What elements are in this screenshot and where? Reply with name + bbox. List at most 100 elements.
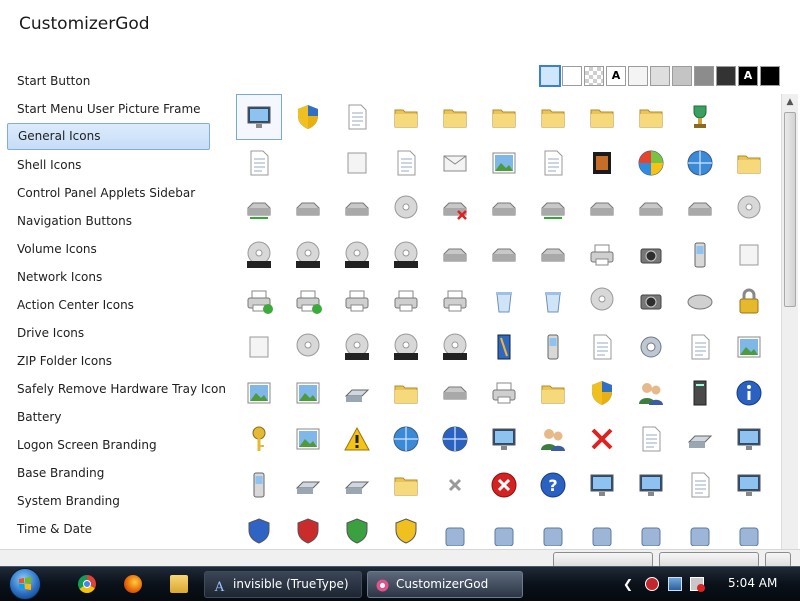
icon-cell[interactable] xyxy=(677,416,723,462)
icon-cell[interactable] xyxy=(628,140,674,186)
icon-cell[interactable] xyxy=(726,370,772,416)
icon-cell[interactable] xyxy=(334,324,380,370)
icon-cell[interactable] xyxy=(432,462,478,508)
icon-cell[interactable] xyxy=(481,186,527,232)
icon-cell[interactable] xyxy=(383,278,429,324)
icon-cell[interactable] xyxy=(285,416,331,462)
icon-cell[interactable] xyxy=(432,370,478,416)
icon-cell[interactable] xyxy=(383,232,429,278)
icon-cell[interactable] xyxy=(334,186,380,232)
icon-cell[interactable] xyxy=(236,462,282,508)
icon-cell[interactable] xyxy=(628,94,674,140)
background-swatch[interactable] xyxy=(562,66,582,86)
icon-cell[interactable] xyxy=(236,186,282,232)
background-swatch[interactable]: A xyxy=(606,66,626,86)
icon-cell[interactable] xyxy=(579,278,625,324)
icon-cell[interactable] xyxy=(628,232,674,278)
icon-cell[interactable] xyxy=(628,186,674,232)
background-swatch[interactable] xyxy=(760,66,780,86)
background-swatch[interactable] xyxy=(628,66,648,86)
icon-cell[interactable] xyxy=(236,278,282,324)
sidebar-item[interactable]: Shell Icons xyxy=(7,151,210,179)
icon-cell[interactable] xyxy=(726,508,772,549)
icon-cell[interactable] xyxy=(481,462,527,508)
sidebar-item[interactable]: Logon Screen Branding xyxy=(7,431,210,459)
icon-cell[interactable] xyxy=(726,278,772,324)
icon-cell[interactable] xyxy=(236,324,282,370)
icon-cell[interactable] xyxy=(432,140,478,186)
sidebar-item[interactable]: Control Panel Applets Sidebar xyxy=(7,179,210,207)
icon-cell[interactable] xyxy=(432,416,478,462)
scroll-up-arrow-icon[interactable]: ▲ xyxy=(782,94,798,110)
icon-cell[interactable] xyxy=(628,278,674,324)
icon-cell[interactable] xyxy=(530,508,576,549)
taskbar-button[interactable]: CustomizerGod xyxy=(367,571,523,598)
icon-cell[interactable] xyxy=(285,94,331,140)
icon-cell[interactable] xyxy=(285,462,331,508)
icon-cell[interactable] xyxy=(677,186,723,232)
icon-cell[interactable] xyxy=(579,370,625,416)
background-swatch[interactable] xyxy=(539,65,561,87)
icon-cell[interactable] xyxy=(579,94,625,140)
icon-cell[interactable] xyxy=(236,416,282,462)
icon-cell[interactable] xyxy=(579,232,625,278)
icon-cell[interactable] xyxy=(677,462,723,508)
security-alert-icon[interactable] xyxy=(645,577,659,591)
taskbar-button[interactable]: Ainvisible (TrueType) xyxy=(204,571,362,598)
icon-cell[interactable] xyxy=(677,140,723,186)
icon-cell[interactable] xyxy=(285,140,331,186)
background-swatch[interactable] xyxy=(716,66,736,86)
sidebar-item[interactable]: General Icons xyxy=(7,123,210,150)
taskbar-clock[interactable]: 5:04 AM xyxy=(728,576,777,590)
icon-cell[interactable]: ? xyxy=(530,462,576,508)
icon-cell[interactable] xyxy=(236,140,282,186)
icon-cell[interactable] xyxy=(530,278,576,324)
icon-cell[interactable] xyxy=(726,186,772,232)
icon-cell[interactable] xyxy=(236,508,282,549)
icon-cell[interactable] xyxy=(432,186,478,232)
icon-cell[interactable] xyxy=(383,508,429,549)
icon-cell[interactable] xyxy=(285,278,331,324)
icon-cell[interactable] xyxy=(726,416,772,462)
start-button[interactable] xyxy=(9,568,41,600)
icon-cell[interactable] xyxy=(726,324,772,370)
sidebar-item[interactable]: Volume Icons xyxy=(7,235,210,263)
icon-cell[interactable] xyxy=(383,462,429,508)
background-swatch[interactable] xyxy=(650,66,670,86)
icon-cell[interactable] xyxy=(481,508,527,549)
icon-cell[interactable] xyxy=(579,508,625,549)
background-swatch[interactable] xyxy=(694,66,714,86)
icon-cell[interactable] xyxy=(383,324,429,370)
icon-cell[interactable] xyxy=(481,370,527,416)
icon-cell[interactable] xyxy=(481,140,527,186)
icon-cell[interactable] xyxy=(481,94,527,140)
sidebar-item[interactable]: Safely Remove Hardware Tray Icon xyxy=(7,375,226,403)
sidebar-item[interactable]: Network Icons xyxy=(7,263,210,291)
icon-cell[interactable] xyxy=(677,232,723,278)
icon-cell[interactable] xyxy=(579,140,625,186)
icon-cell[interactable] xyxy=(285,370,331,416)
icon-cell[interactable] xyxy=(383,370,429,416)
icon-cell[interactable] xyxy=(579,324,625,370)
icon-cell[interactable] xyxy=(677,508,723,549)
icon-cell[interactable] xyxy=(628,324,674,370)
icon-cell[interactable] xyxy=(432,232,478,278)
background-swatch[interactable]: A xyxy=(738,66,758,86)
icon-cell[interactable] xyxy=(285,324,331,370)
icon-cell[interactable] xyxy=(677,370,723,416)
icon-cell[interactable] xyxy=(579,186,625,232)
icon-cell[interactable] xyxy=(677,278,723,324)
icon-cell[interactable] xyxy=(530,140,576,186)
sidebar-item[interactable]: Action Center Icons xyxy=(7,291,210,319)
icon-cell[interactable] xyxy=(726,462,772,508)
icon-grid-scrollbar[interactable]: ▲ xyxy=(781,94,798,549)
icon-cell[interactable] xyxy=(236,94,282,140)
icon-cell[interactable] xyxy=(285,232,331,278)
icon-cell[interactable] xyxy=(530,370,576,416)
icon-cell[interactable] xyxy=(530,416,576,462)
icon-cell[interactable] xyxy=(481,232,527,278)
sidebar-item[interactable]: Battery xyxy=(7,403,210,431)
sidebar-item[interactable]: System Branding xyxy=(7,487,210,515)
icon-cell[interactable] xyxy=(726,140,772,186)
icon-cell[interactable] xyxy=(530,186,576,232)
